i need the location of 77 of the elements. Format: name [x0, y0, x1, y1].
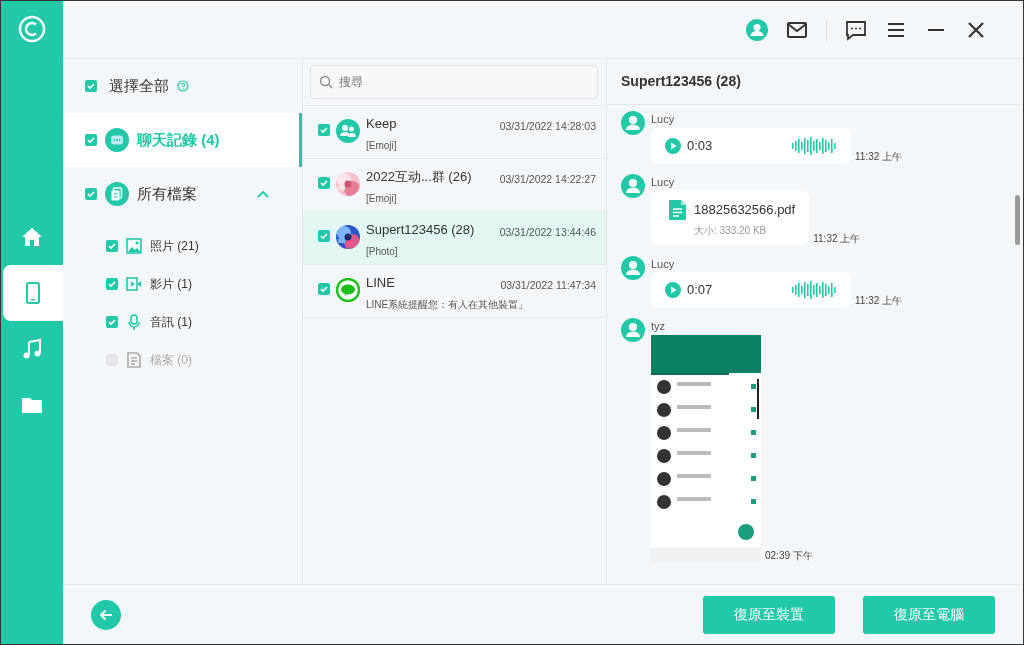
timestamp: 03/31/2022 14:28:03	[499, 119, 596, 134]
voice-duration: 0:03	[687, 136, 713, 155]
checkbox[interactable]	[318, 177, 330, 189]
checkbox[interactable]	[85, 80, 97, 92]
checkbox[interactable]	[106, 278, 118, 290]
logo-icon	[18, 15, 46, 43]
back-button[interactable]	[91, 599, 121, 630]
music-icon	[21, 338, 43, 360]
subcategory-label: 檔案 (0)	[150, 352, 192, 369]
timestamp: 03/31/2022 13:44:46	[499, 225, 596, 240]
help-icon[interactable]	[177, 80, 189, 92]
file-name: 18825632566.pdf	[694, 201, 796, 219]
checkbox[interactable]	[106, 240, 118, 252]
image-icon	[126, 238, 142, 254]
home-icon	[21, 226, 43, 248]
checkbox[interactable]	[106, 316, 118, 328]
chat-icon	[105, 128, 129, 152]
checkbox[interactable]	[318, 283, 330, 295]
category-item[interactable]: 所有檔案	[63, 167, 302, 221]
contact-name: LINE	[366, 275, 395, 292]
message-time: 11:32 上午	[855, 149, 903, 164]
voice-message[interactable]: 0:03	[651, 127, 851, 164]
user-avatar-icon	[621, 255, 645, 280]
files-icon	[105, 182, 129, 206]
checkbox[interactable]	[85, 134, 97, 146]
timestamp: 03/31/2022 14:22:27	[499, 172, 596, 187]
message-preview: [Photo]	[366, 244, 399, 259]
chat-title: Supert123456 (28)	[621, 72, 741, 91]
chat-icon	[845, 18, 867, 41]
contact-name: 2022互动...群 (26)	[366, 169, 472, 186]
document-icon	[669, 200, 686, 220]
chat-bubble-avatar-icon	[336, 278, 360, 302]
group-avatar-icon	[336, 119, 360, 143]
minimize-icon	[928, 28, 944, 31]
waveform-icon	[792, 135, 837, 156]
voice-duration: 0:07	[687, 281, 713, 300]
microphone-icon	[126, 314, 142, 330]
file-size: 大小: 333.20 KB	[694, 223, 768, 238]
sender-name: Lucy	[651, 174, 676, 190]
voice-message[interactable]: 0:07	[651, 272, 851, 308]
contact-name: Supert123456 (28)	[366, 222, 475, 239]
message-time: 02:39 下午	[765, 548, 813, 563]
contact-name: Keep	[366, 116, 397, 133]
select-all-label: 選擇全部	[109, 75, 169, 96]
file-message[interactable]: 18825632566.pdf 大小: 333.20 KB	[651, 190, 810, 246]
user-avatar-icon	[621, 318, 645, 342]
user-avatar-icon	[621, 111, 645, 135]
checkbox[interactable]	[318, 230, 330, 242]
play-icon[interactable]	[665, 137, 681, 154]
scrollbar[interactable]	[1015, 195, 1020, 245]
subcategory-label: 音訊 (1)	[150, 314, 192, 331]
play-icon[interactable]	[665, 282, 681, 298]
checkbox[interactable]	[318, 124, 330, 136]
sender-name: Lucy	[651, 112, 676, 127]
message-preview: LINE系統提醒您：有人在其他裝置」	[366, 297, 530, 312]
rail-tab[interactable]	[3, 265, 63, 321]
message-preview: [Emoji]	[366, 138, 398, 153]
message-time: 11:32 上午	[855, 294, 903, 308]
timestamp: 03/31/2022 11:47:34	[500, 278, 596, 293]
checkbox[interactable]	[85, 188, 97, 200]
sender-name: Lucy	[651, 256, 676, 272]
category-label: 聊天記錄 (4)	[137, 129, 220, 150]
waveform-icon	[792, 280, 837, 300]
conversation-item[interactable]: Supert123456 (28) 03/31/2022 13:44:46 [Photo]	[303, 211, 606, 264]
user-avatar-icon	[621, 173, 645, 198]
message-time: 11:32 上午	[813, 231, 861, 246]
message-preview: [Emoji]	[366, 191, 398, 206]
category-label: 所有檔案	[137, 183, 197, 204]
document-icon	[126, 352, 142, 368]
conversation-item[interactable]: LINE 03/31/2022 11:47:34 LINE系統提醒您：有人在其他裝置」	[303, 264, 606, 317]
video-icon	[126, 276, 142, 292]
sender-name: tyz	[651, 319, 667, 334]
search-field[interactable]: 搜尋	[310, 65, 598, 99]
conversation-item[interactable]: Keep 03/31/2022 14:28:03 [Emoji]	[303, 105, 606, 158]
subcategory-label: 照片 (21)	[150, 238, 199, 255]
user-icon	[746, 18, 768, 41]
subcategory-label: 影片 (1)	[150, 276, 192, 293]
